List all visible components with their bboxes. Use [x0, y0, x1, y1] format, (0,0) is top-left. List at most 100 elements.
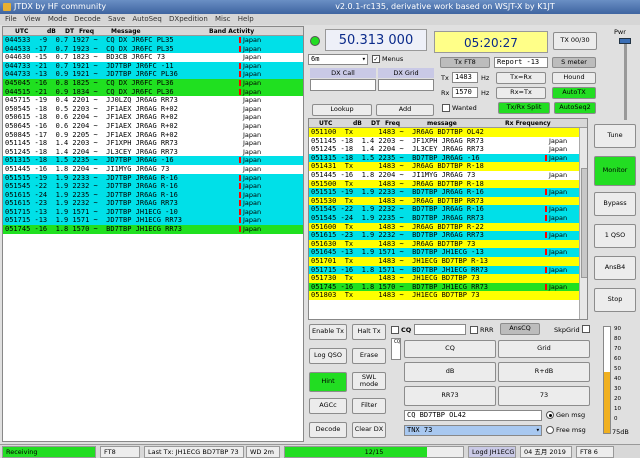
msg-rdb-button[interactable]: R+dB [498, 362, 590, 382]
power-slider-handle[interactable] [619, 38, 631, 44]
decode-row[interactable]: 044733 -21 0.7 1921 ~ JD7TBP JR6FC -11 Ja… [3, 61, 303, 71]
decode-row[interactable]: 051730 Tx 1483 ~ JH1ECG BD7TBP 73 [309, 274, 587, 283]
decode-row[interactable]: 051315 -18 1.5 2235 ~ JD7TBP JR6AG -16 Ja… [3, 156, 303, 165]
monitor-button[interactable]: Monitor [594, 156, 636, 186]
menu-help[interactable]: Help [238, 15, 254, 23]
decode-row[interactable]: 045715 -19 0.4 2201 ~ JJ0LZQ JR6AG RR73 J… [3, 96, 303, 105]
decode-row[interactable]: 051715 -13 1.9 1571 ~ JD7TBP JH1ECG RR73… [3, 216, 303, 226]
hound-button[interactable]: Hound [552, 72, 596, 84]
gen-msg-radio[interactable] [546, 411, 554, 419]
decode-row[interactable]: 051445 -16 1.8 2204 ~ JI1MYG JR6AG 73 Jap… [309, 171, 587, 180]
scrollbar-thumb[interactable] [581, 168, 587, 278]
decode-row[interactable]: 051530 Tx 1483 ~ JR6AG BD7TBP RR73 [309, 196, 587, 206]
decode-row[interactable]: 050545 -18 0.5 2203 ~ JF1AEX JR6AG R+02 J… [3, 105, 303, 114]
decode-row[interactable]: 051645 -13 1.9 1571 ~ BD7TBP JH1ECG -13 J… [309, 248, 587, 257]
one-qso-button[interactable]: 1 QSO [594, 224, 636, 248]
decode-row[interactable]: 051545 -22 1.9 2232 ~ JD7TBP JR6AG R-16 J… [3, 182, 303, 191]
halt-tx-button[interactable]: Halt Tx [352, 324, 386, 340]
decode-row[interactable]: 050615 -18 0.6 2204 ~ JF1AEX JR6AG R+02 J… [3, 113, 303, 122]
menu-misc[interactable]: Misc [215, 15, 230, 23]
rx-list-scrollbar[interactable] [579, 128, 587, 319]
dx-call-input[interactable] [310, 79, 376, 91]
decode-row[interactable]: 044515 -21 0.9 1834 ~ CQ DX JR6FC PL36 Ja… [3, 87, 303, 97]
decode-row[interactable]: 044533 -17 0.7 1923 ~ CQ DX JR6FC PL35 Ja… [3, 44, 303, 54]
decode-row[interactable]: 051545 -22 1.9 2232 ~ BD7TBP JR6AG R-16 J… [309, 205, 587, 214]
lookup-button[interactable]: Lookup [312, 104, 372, 116]
menu-dxpedition[interactable]: DXpedition [169, 15, 208, 23]
decode-row[interactable]: 051515 -19 1.9 2233 ~ JD7TBP JR6AG R-16 J… [3, 173, 303, 183]
decode-row[interactable]: 050645 -16 0.6 2204 ~ JF1AEX JR6AG R+02 J… [3, 122, 303, 131]
menu-decode[interactable]: Decode [74, 15, 101, 23]
rx-frequency-input[interactable]: 1570 [452, 87, 478, 98]
menu-save[interactable]: Save [108, 15, 125, 23]
menus-checkbox[interactable]: ✓ [372, 55, 380, 63]
free-msg-radio[interactable] [546, 426, 554, 434]
log-qso-button[interactable]: Log QSO [309, 348, 347, 364]
hint-button[interactable]: Hint [309, 372, 347, 392]
dx-grid-input[interactable] [378, 79, 434, 91]
wanted-checkbox[interactable] [442, 104, 450, 112]
decode-row[interactable]: 051745 -16 1.8 1570 ~ BD7TBP JH1ECG RR73… [3, 225, 303, 234]
msg-73-button[interactable]: 73 [498, 386, 590, 406]
add-button[interactable]: Add [376, 104, 434, 116]
msg-rr73-button[interactable]: RR73 [404, 386, 496, 406]
menu-view[interactable]: View [24, 15, 41, 23]
decode-row[interactable]: 051445 -16 1.8 2204 ~ JI1MYG JR6AG 73 Jap… [3, 165, 303, 174]
cq-message-box[interactable]: CQ [391, 338, 401, 360]
report-spinbox[interactable]: Report -13 [494, 57, 548, 68]
msg-db-button[interactable]: dB [404, 362, 496, 382]
menu-file[interactable]: File [5, 15, 17, 23]
decode-row[interactable]: 051745 -16 1.8 1570 ~ BD7TBP JH1ECG RR73… [309, 282, 587, 292]
tx-rx-split-button[interactable]: Tx/Rx Split [498, 102, 550, 114]
decode-row[interactable]: 050845 -17 0.9 2205 ~ JF1AEX JR6AG R+02 J… [3, 131, 303, 140]
auto-tx-button[interactable]: AutoTX [552, 87, 596, 99]
tx-frequency-input[interactable]: 1483 [452, 72, 478, 83]
decode-row[interactable]: 051701 Tx 1483 ~ JH1ECG BD7TBP R-13 [309, 256, 587, 266]
menu-mode[interactable]: Mode [48, 15, 67, 23]
erase-button[interactable]: Erase [352, 348, 386, 364]
decode-row[interactable]: 051515 -19 1.9 2233 ~ BD7TBP JR6AG R-16 J… [309, 188, 587, 197]
msg-cq-button[interactable]: CQ [404, 340, 496, 358]
stop-button[interactable]: Stop [594, 288, 636, 312]
decode-row[interactable]: 051615 -23 1.9 2232 ~ BD7TBP JR6AG RR73 J… [309, 231, 587, 240]
clear-dx-button[interactable]: Clear DX [352, 422, 386, 438]
tx-eq-rx-button[interactable]: Tx=Rx [496, 72, 546, 84]
anscq-button[interactable]: AnsCQ [500, 323, 540, 335]
decode-row[interactable]: 051600 Tx 1483 ~ JR6AG BD7TBP R-22 [309, 222, 587, 232]
rx-frequency-list[interactable]: 051100 Tx 1483 ~ JR6AG BD7TBP OL42 051145… [309, 128, 587, 300]
decode-row[interactable]: 051431 Tx 1483 ~ JR6AG BD7TBP R-18 [309, 162, 587, 171]
band-select[interactable]: 6m ▾ [308, 54, 368, 65]
s-meter-button[interactable]: S meter [552, 57, 596, 68]
decode-row[interactable]: 044630 -15 0.7 1823 ~ BD3CB JR6FC 73 Japa… [3, 53, 303, 62]
decode-row[interactable]: 051100 Tx 1483 ~ JR6AG BD7TBP OL42 [309, 128, 587, 137]
decode-row[interactable]: 051245 -18 1.4 2204 ~ JL3CEY JR6AG RR73 J… [3, 148, 303, 157]
decode-row[interactable]: 051145 -18 1.4 2203 ~ JF1XPH JR6AG RR73 J… [3, 139, 303, 148]
rx-eq-tx-button[interactable]: Rx=Tx [496, 87, 546, 99]
free-msg-select[interactable]: TNX 73 ▾ [404, 425, 542, 436]
decode-row[interactable]: 045045 -16 0.8 1825 ~ CQ DX JR6FC PL36 Ja… [3, 78, 303, 88]
decode-row[interactable]: 051245 -18 1.4 2204 ~ JL3CEY JR6AG RR73 J… [309, 145, 587, 154]
band-activity-panel[interactable]: UTC dB DT Freq Message Band Activity 044… [2, 26, 304, 442]
decode-row[interactable]: 044533 -9 0.7 1927 ~ CQ DX JR6FC PL35 Jap… [3, 36, 303, 45]
decode-row[interactable]: 051545 -24 1.9 2235 ~ BD7TBP JR6AG RR73 J… [309, 213, 587, 223]
msg-grid-button[interactable]: Grid [498, 340, 590, 358]
agcc-button[interactable]: AGCc [309, 398, 347, 414]
decode-row[interactable]: 051615 -23 1.9 2232 ~ JD7TBP JR6AG RR73 J… [3, 199, 303, 208]
rx-frequency-panel[interactable]: UTC dB DT Freq message Rx Frequency 0511… [308, 118, 588, 320]
cq-directed-input[interactable] [414, 324, 466, 335]
ansb4-button[interactable]: AnsB4 [594, 256, 636, 280]
decode-row[interactable]: 051500 Tx 1483 ~ JR6AG BD7TBP R-18 [309, 179, 587, 189]
tune-button[interactable]: Tune [594, 124, 636, 148]
decode-row[interactable]: 051145 -18 1.4 2203 ~ JF1XPH JR6AG RR73 J… [309, 137, 587, 146]
skip-grid-checkbox[interactable] [582, 325, 590, 333]
decode-row[interactable]: 051630 Tx 1483 ~ JR6AG BD7TBP 73 [309, 239, 587, 249]
decode-row[interactable]: 044733 -13 0.9 1921 ~ JD7TBP JR6FC PL36 J… [3, 70, 303, 79]
decode-row[interactable]: 051803 Tx 1483 ~ JH1ECG BD7TBP 73 [309, 291, 587, 300]
cq-checkbox[interactable] [391, 326, 399, 334]
tx-counter-button[interactable]: TX 00/30 [553, 32, 597, 50]
band-activity-list[interactable]: 044533 -9 0.7 1927 ~ CQ DX JR6FC PL35 Jap… [3, 36, 303, 234]
enable-tx-button[interactable]: Enable Tx [309, 324, 347, 340]
auto-seq2-button[interactable]: AutoSeq2 [554, 102, 596, 114]
filter-button[interactable]: Filter [352, 398, 386, 414]
decode-row[interactable]: 051315 -18 1.5 2235 ~ BD7TBP JR6AG -16 Ja… [309, 153, 587, 163]
